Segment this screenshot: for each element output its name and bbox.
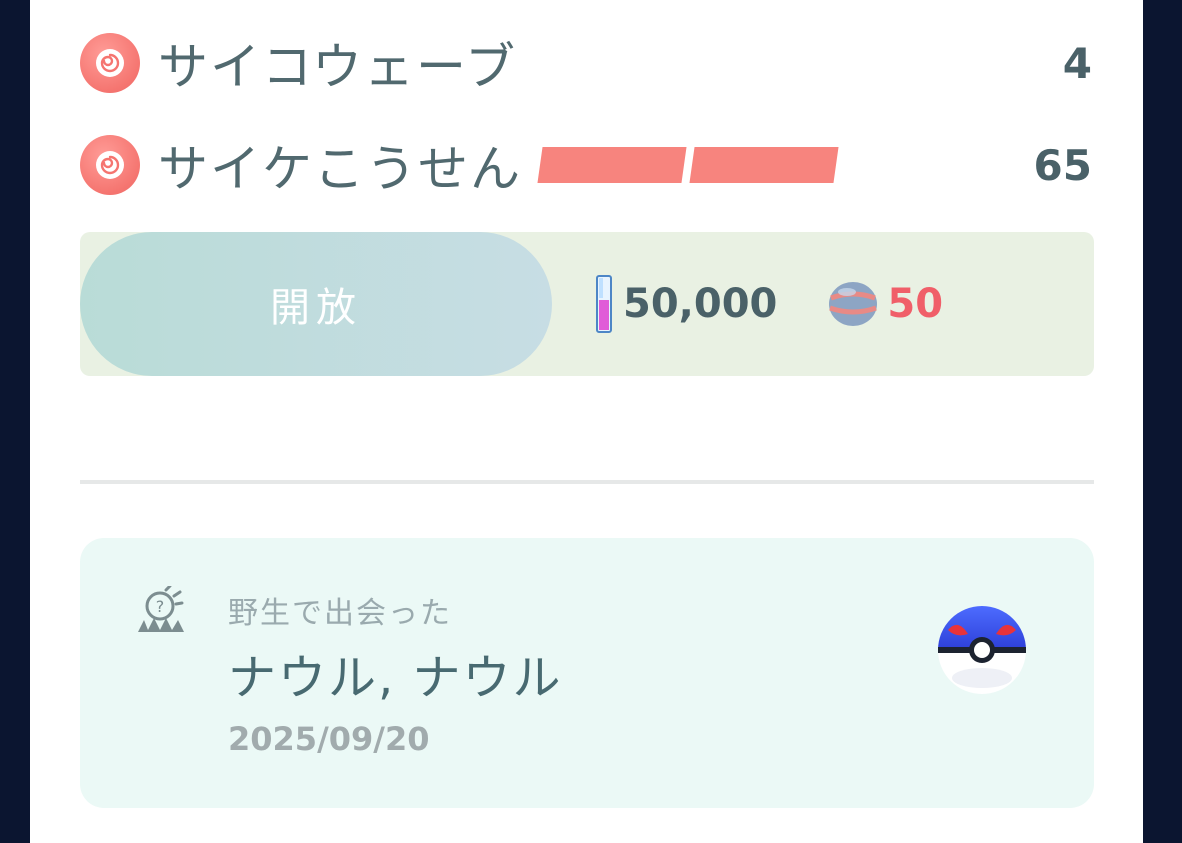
section-divider: [80, 480, 1094, 484]
fast-move-name: サイコウェーブ: [158, 38, 517, 96]
charged-move-name: サイケこうせん: [158, 140, 522, 198]
energy-bar-segment: [537, 147, 687, 183]
energy-bars: [537, 147, 844, 183]
origin-panel: ? 野生で出会った ナウル, ナウル 2025/09/20: [80, 538, 1094, 808]
charged-move-power: 65: [1033, 140, 1092, 190]
candy-cost: 50: [887, 281, 944, 327]
svg-text:?: ?: [156, 597, 165, 616]
origin-place: ナウル, ナウル: [228, 650, 563, 706]
unlock-cost: 50,000 50: [595, 232, 943, 376]
origin-date: 2025/09/20: [228, 720, 430, 758]
great-ball-icon: [938, 606, 1026, 694]
unlock-move-panel: 開放 50,000 50: [80, 232, 1094, 376]
stardust-cost: 50,000: [623, 281, 778, 327]
pokemon-detail-card: サイコウェーブ 4 サイケこうせん 65 開放 50,000 50 ? 野生で出…: [30, 0, 1143, 843]
psychic-type-icon: [80, 33, 140, 93]
wild-grass-icon: ?: [138, 586, 184, 632]
candy-icon: [829, 282, 878, 326]
charged-move-row[interactable]: サイケこうせん 65: [80, 130, 1092, 200]
stardust-icon: [596, 275, 612, 333]
origin-label: 野生で出会った: [228, 596, 452, 631]
energy-bar-segment: [689, 147, 839, 183]
psychic-type-icon: [80, 135, 140, 195]
unlock-button[interactable]: 開放: [80, 232, 552, 376]
fast-move-row[interactable]: サイコウェーブ 4: [80, 28, 1092, 98]
fast-move-power: 4: [1062, 38, 1092, 88]
